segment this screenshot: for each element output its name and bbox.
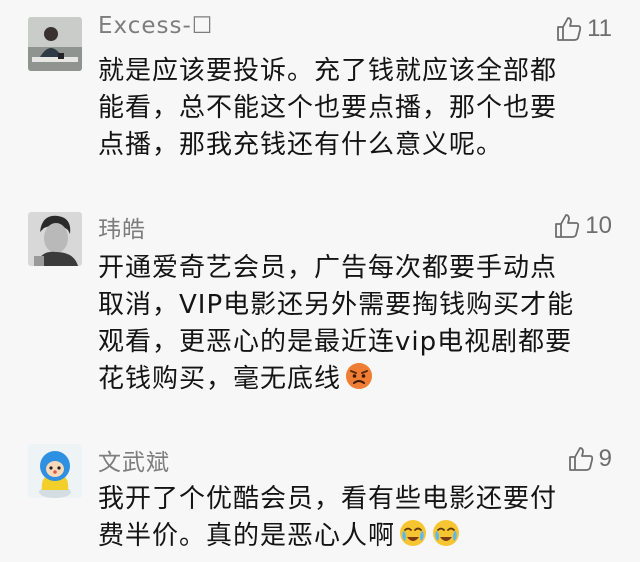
comment-username[interactable]: 文武斌 [98, 443, 170, 477]
comment-text-line: 观看，更恶心的是最近连vip电视剧都要 [98, 327, 573, 357]
avatar[interactable] [28, 17, 82, 71]
comment-text-fragment: 费半价。真的是恶心人啊 [98, 521, 396, 551]
avatar[interactable] [28, 444, 82, 498]
like-button[interactable]: 11 [555, 13, 612, 45]
comment-username[interactable]: Excess-☐ [98, 13, 213, 39]
person-photo-avatar-icon [28, 17, 82, 71]
comment-text-line: 取消，VIP电影还另外需要掏钱购买才能 [98, 290, 575, 320]
cartoon-character-avatar-icon [28, 444, 82, 498]
like-count: 10 [585, 212, 612, 239]
thumbs-up-icon [557, 17, 582, 41]
person-photo-avatar-icon [28, 212, 82, 266]
comment-text: 我开了个优酷会员，看有些电影还要付 费半价。真的是恶心人啊 [98, 481, 598, 555]
comment-text: 开通爱奇艺会员，广告每次都要手动点 取消，VIP电影还另外需要掏钱购买才能 观看… [98, 250, 598, 398]
comment-text-line: 费半价。真的是恶心人啊 [98, 518, 598, 555]
angry-face-emoji-icon [346, 363, 373, 389]
comment-text-line: 开通爱奇艺会员，广告每次都要手动点 [98, 253, 558, 283]
comment-item: 玮皓 10 开通爱奇艺会员，广告每次都要手动点 取消，VIP电影还另外需要掏钱购… [0, 200, 640, 430]
comment-text-line: 我开了个优酷会员，看有些电影还要付 [98, 484, 558, 514]
comment-text-line: 能看，总不能这个也要点播，那个也要 [98, 93, 558, 123]
comment-text-line: 点播，那我充钱还有什么意义呢。 [98, 130, 504, 160]
thumbs-up-icon [555, 214, 580, 238]
like-count: 11 [587, 15, 612, 42]
comment-text-line: 花钱购买，毫无底线 [98, 361, 598, 398]
comment-text-line: 就是应该要投诉。充了钱就应该全部都 [98, 56, 558, 86]
comment-username[interactable]: 玮皓 [98, 210, 146, 244]
comment-text-fragment: 花钱购买，毫无底线 [98, 364, 342, 394]
crying-face-emoji-icon [433, 520, 460, 546]
thumbs-up-icon [568, 447, 593, 471]
like-button[interactable]: 9 [567, 443, 612, 475]
comment-item: Excess-☐ 11 就是应该要投诉。充了钱就应该全部都 能看，总不能这个也要… [0, 0, 640, 200]
comment-text: 就是应该要投诉。充了钱就应该全部都 能看，总不能这个也要点播，那个也要 点播，那… [98, 53, 598, 164]
comment-item: 文武斌 9 我开了个优酷会员，看有些电影还要付 费半价。真的是恶心人啊 [0, 430, 640, 562]
like-button[interactable]: 10 [553, 210, 612, 242]
like-count: 9 [598, 445, 612, 472]
crying-face-emoji-icon [400, 520, 427, 546]
avatar[interactable] [28, 212, 82, 266]
